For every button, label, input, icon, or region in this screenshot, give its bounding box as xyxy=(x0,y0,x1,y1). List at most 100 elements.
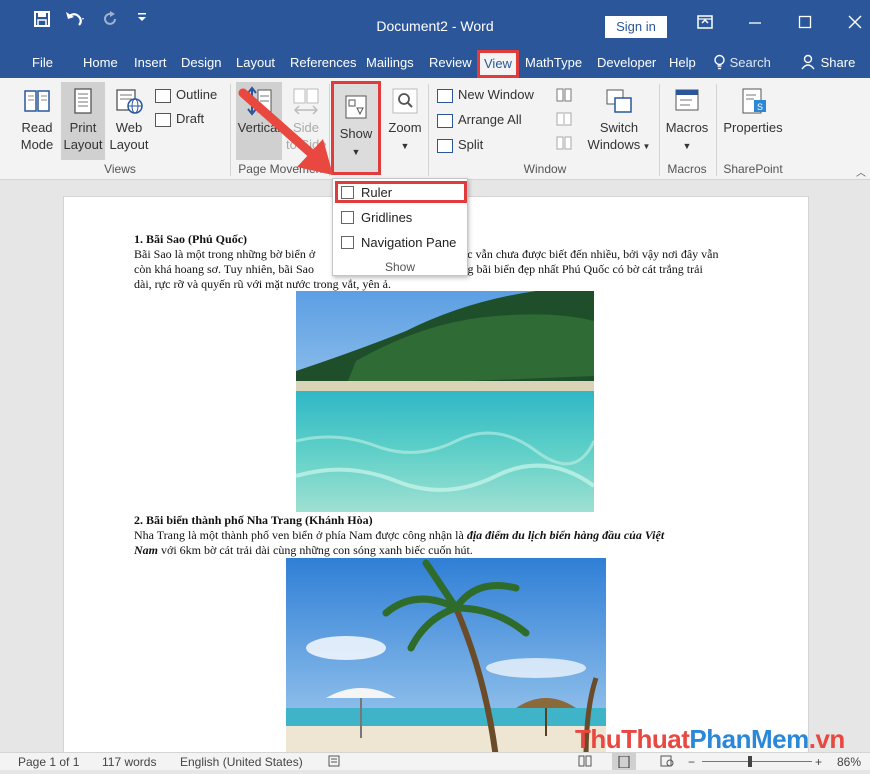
page-count[interactable]: Page 1 of 1 xyxy=(18,755,79,769)
switch-windows-button[interactable]: Switch Windows ▼ xyxy=(586,86,652,155)
para1-line2-a: còn khá hoang sơ. Tuy nhiên, bãi Sao xyxy=(134,262,315,276)
draft-button[interactable]: Draft xyxy=(155,110,204,128)
maximize-icon[interactable] xyxy=(790,14,820,36)
show-icon xyxy=(341,92,371,122)
zoom-level[interactable]: 86% xyxy=(837,755,861,769)
heading-2: 2. Bãi biển thành phố Nha Trang (Khánh H… xyxy=(134,513,373,527)
outline-button[interactable]: Outline xyxy=(155,86,217,104)
minimize-icon[interactable] xyxy=(740,14,770,36)
tab-review[interactable]: Review xyxy=(429,52,472,78)
word-count[interactable]: 117 words xyxy=(102,755,156,769)
tab-home[interactable]: Home xyxy=(83,52,118,78)
switch-windows-dropdown-icon: ▼ xyxy=(640,142,651,151)
macros-group-label: Macros xyxy=(667,162,707,176)
ribbon-tabs: File Home Insert Design Layout Reference… xyxy=(0,50,870,78)
web-layout-label-2: Layout xyxy=(109,137,149,152)
macros-label: Macros xyxy=(665,120,709,135)
para1-line2-b: hững bãi biển đẹp nhất Phú Quốc có bờ cá… xyxy=(449,262,703,276)
watermark-part-2: PhanMem xyxy=(689,724,809,754)
zoom-icon xyxy=(390,86,420,116)
synchronous-scrolling-icon[interactable] xyxy=(556,112,572,129)
reset-window-position-icon[interactable] xyxy=(556,136,572,153)
split-button[interactable]: Split xyxy=(437,136,483,154)
web-layout-status-icon[interactable] xyxy=(660,755,674,770)
ribbon-display-icon[interactable] xyxy=(690,14,720,36)
title-bar: Document2 - Word Sign in xyxy=(0,0,870,52)
new-window-label: New Window xyxy=(458,87,534,102)
share-button[interactable]: Share xyxy=(801,52,855,78)
tab-layout[interactable]: Layout xyxy=(236,52,275,78)
print-layout-status-icon[interactable] xyxy=(612,753,636,770)
zoom-in-icon[interactable]: + xyxy=(815,755,822,769)
properties-label: Properties xyxy=(723,120,783,135)
zoom-slider[interactable] xyxy=(702,761,812,762)
gridlines-checkbox[interactable] xyxy=(341,211,354,224)
ruler-option[interactable]: Ruler xyxy=(341,185,392,201)
arrange-all-icon xyxy=(437,113,453,128)
document-page[interactable]: 1. Bãi Sao (Phú Quốc) Bãi Sao là một tro… xyxy=(63,196,809,752)
arrange-all-button[interactable]: Arrange All xyxy=(437,111,522,129)
tab-view[interactable]: View xyxy=(477,50,519,78)
tab-developer[interactable]: Developer xyxy=(597,52,656,78)
switch-windows-icon xyxy=(604,86,634,116)
show-dropdown-menu: Ruler Gridlines Navigation Pane Show xyxy=(332,178,468,276)
gridlines-option[interactable]: Gridlines xyxy=(341,210,412,226)
print-layout-button[interactable]: Print Layout xyxy=(61,82,105,160)
navigation-pane-option[interactable]: Navigation Pane xyxy=(341,235,456,251)
new-window-button[interactable]: New Window xyxy=(437,86,534,104)
svg-text:S: S xyxy=(757,102,763,112)
tab-help[interactable]: Help xyxy=(669,52,696,78)
tab-mathtype[interactable]: MathType xyxy=(525,52,582,78)
read-mode-label-2: Mode xyxy=(20,137,54,152)
gridlines-label: Gridlines xyxy=(361,210,413,225)
zoom-slider-thumb[interactable] xyxy=(748,756,752,767)
tell-me-search[interactable]: Search xyxy=(713,52,771,78)
zoom-out-icon[interactable]: − xyxy=(688,755,695,769)
print-layout-icon xyxy=(68,86,98,116)
tab-design[interactable]: Design xyxy=(181,52,221,78)
para1-line1-a: Bãi Sao là một trong những bờ biển ở xyxy=(134,247,316,261)
tab-file[interactable]: File xyxy=(32,52,53,78)
tab-insert[interactable]: Insert xyxy=(134,52,167,78)
beach-photo-bai-sao[interactable] xyxy=(296,291,594,512)
lightbulb-icon xyxy=(714,54,725,70)
web-layout-button[interactable]: Web Layout xyxy=(108,86,150,153)
split-label: Split xyxy=(458,137,484,152)
para2-bold-2: Nam xyxy=(134,543,158,557)
navigation-pane-checkbox[interactable] xyxy=(341,236,354,249)
ribbon: Read Mode Print Layout Web Layout Outlin… xyxy=(0,78,870,180)
outline-label: Outline xyxy=(176,87,218,102)
read-mode-label-1: Read xyxy=(21,120,53,135)
para2-a: Nha Trang là một thành phố ven biển ở ph… xyxy=(134,528,467,542)
properties-button[interactable]: S Properties xyxy=(721,86,785,136)
macro-record-icon[interactable] xyxy=(328,755,340,770)
collapse-ribbon-icon[interactable]: ︿ xyxy=(856,164,866,179)
watermark-part-1: ThuThuat xyxy=(575,724,690,754)
sign-in-button[interactable]: Sign in xyxy=(605,16,667,38)
tab-references[interactable]: References xyxy=(290,52,356,78)
language-indicator[interactable]: English (United States) xyxy=(180,755,303,769)
zoom-button[interactable]: Zoom ▼ xyxy=(385,86,425,155)
show-group-label: Show xyxy=(384,260,416,274)
close-icon[interactable] xyxy=(840,14,870,36)
view-side-by-side-icon[interactable] xyxy=(556,88,572,105)
search-label: Search xyxy=(729,55,771,70)
sharepoint-group-label: SharePoint xyxy=(723,162,783,176)
read-mode-button[interactable]: Read Mode xyxy=(17,86,57,153)
document-section-2[interactable]: 2. Bãi biển thành phố Nha Trang (Khánh H… xyxy=(134,513,759,558)
macros-button[interactable]: Macros ▼ xyxy=(663,86,711,155)
beach-photo-nha-trang[interactable] xyxy=(286,558,606,752)
arrange-all-label: Arrange All xyxy=(458,112,522,127)
zoom-label: Zoom xyxy=(388,120,422,135)
read-mode-status-icon[interactable] xyxy=(578,755,592,770)
ruler-checkbox-box[interactable] xyxy=(341,186,354,199)
para2-bold-1: địa điểm du lịch biển hàng đầu của Việt xyxy=(466,528,665,542)
macros-dropdown-icon: ▼ xyxy=(682,141,692,151)
person-icon xyxy=(801,54,815,70)
properties-icon: S xyxy=(738,86,768,116)
read-mode-icon xyxy=(22,86,52,116)
split-icon xyxy=(437,138,453,153)
share-label: Share xyxy=(820,55,856,70)
tab-mailings[interactable]: Mailings xyxy=(366,52,414,78)
para1-line1-b: uốc vẫn chưa được biết đến nhiều, bởi vậ… xyxy=(455,247,719,261)
